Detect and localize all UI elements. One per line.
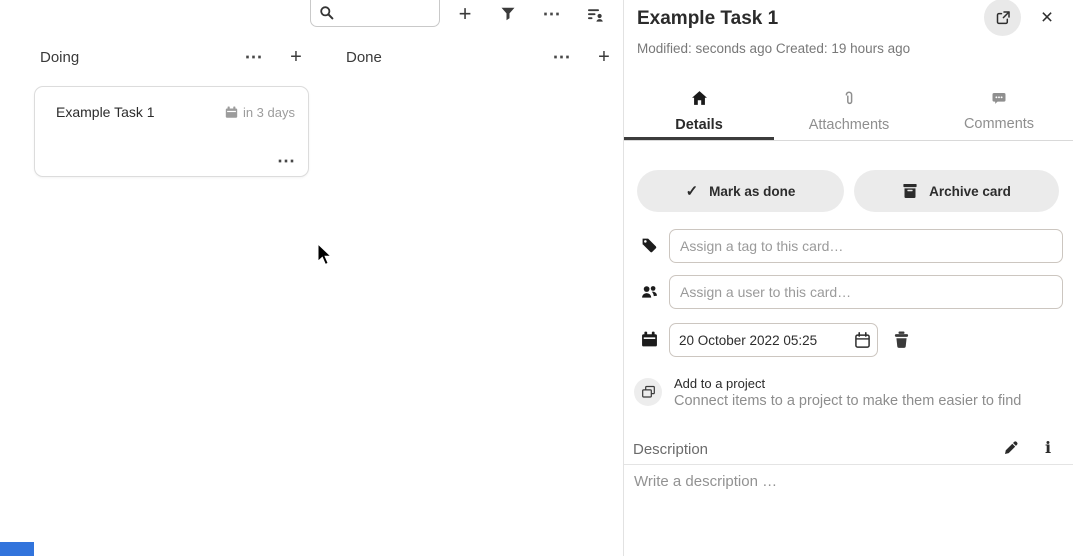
open-calendar-button[interactable]: [854, 332, 871, 349]
archive-icon: [902, 183, 918, 199]
paperclip-icon: [841, 90, 857, 107]
remove-date-button[interactable]: [886, 327, 916, 353]
card-due-badge: in 3 days: [225, 105, 295, 120]
archive-card-button[interactable]: Archive card: [854, 170, 1059, 212]
tag-icon: [641, 237, 658, 254]
column-add-button[interactable]: +: [592, 45, 616, 69]
description-divider: [624, 464, 1073, 465]
search-input[interactable]: [339, 3, 433, 25]
calendar-icon: [225, 106, 238, 119]
ellipsis-icon: ⋯: [553, 48, 572, 66]
filter-funnel-icon: [500, 6, 516, 22]
due-date-value: 20 October 2022 05:25: [670, 333, 854, 348]
assign-tag-input[interactable]: [669, 229, 1063, 263]
mark-as-done-button[interactable]: ✓ Mark as done: [637, 170, 844, 212]
trash-icon: [893, 331, 910, 349]
info-icon: i: [1045, 438, 1051, 457]
tab-comments[interactable]: Comments: [924, 84, 1073, 140]
mark-as-done-label: Mark as done: [709, 184, 795, 199]
description-info-button[interactable]: i: [1038, 436, 1058, 458]
filter-button[interactable]: [492, 0, 524, 28]
external-link-icon: [995, 10, 1011, 26]
close-icon: ×: [1041, 6, 1053, 29]
app-window: + ⋯ Doing ⋯ +: [0, 0, 1073, 556]
project-icon-circle: [634, 378, 662, 406]
column-menu-button[interactable]: ⋯: [242, 45, 266, 69]
column-header-doing: Doing ⋯ +: [40, 44, 308, 70]
column-add-button[interactable]: +: [284, 45, 308, 69]
project-windows-icon: [641, 385, 656, 400]
comment-bubble-icon: [991, 90, 1007, 106]
mouse-cursor: [317, 243, 332, 266]
stray-blue-fragment: [0, 542, 34, 556]
column-menu-button[interactable]: ⋯: [550, 45, 574, 69]
board-menu-button[interactable]: ⋯: [536, 0, 568, 28]
add-to-project-row[interactable]: Add to a project Connect items to a proj…: [624, 372, 1073, 412]
tab-details[interactable]: Details: [624, 84, 774, 140]
search-icon: [319, 5, 335, 21]
tab-label: Details: [675, 117, 723, 133]
column-header-done: Done ⋯ +: [346, 44, 616, 70]
card-details-panel: Example Task 1 Modified: seconds ago Cre…: [623, 0, 1073, 556]
tab-label: Attachments: [809, 117, 890, 133]
card-menu-button[interactable]: ⋯: [277, 152, 296, 170]
close-panel-button[interactable]: ×: [1031, 2, 1063, 32]
plus-icon: +: [290, 47, 302, 67]
description-label: Description: [633, 441, 708, 458]
panel-title: Example Task 1: [637, 8, 778, 30]
panel-tabs: Details Attachments Comments: [624, 84, 1073, 141]
open-in-window-button[interactable]: [984, 0, 1021, 36]
archive-card-label: Archive card: [929, 184, 1011, 199]
assignee-filter-button[interactable]: [579, 0, 611, 28]
card-title: Example Task 1: [56, 104, 225, 120]
assignee-list-icon: [587, 6, 604, 23]
tab-label: Comments: [964, 116, 1034, 132]
column-title: Done: [346, 49, 550, 66]
add-to-project-subtitle: Connect items to a project to make them …: [674, 393, 1021, 409]
assign-user-input[interactable]: [669, 275, 1063, 309]
check-icon: ✓: [686, 184, 699, 199]
due-date-field[interactable]: 20 October 2022 05:25: [669, 323, 878, 357]
description-placeholder[interactable]: Write a description …: [634, 473, 777, 490]
ellipsis-icon: ⋯: [277, 151, 296, 171]
home-icon: [691, 90, 708, 107]
calendar-outline-icon: [854, 332, 871, 349]
panel-modified-created-meta: Modified: seconds ago Created: 19 hours …: [637, 41, 910, 56]
add-card-button[interactable]: +: [449, 0, 481, 28]
column-title: Doing: [40, 49, 242, 66]
users-icon: [641, 283, 658, 300]
plus-icon: +: [598, 47, 610, 67]
ellipsis-icon: ⋯: [543, 5, 562, 23]
tab-attachments[interactable]: Attachments: [774, 84, 924, 140]
card-due-text: in 3 days: [243, 105, 295, 120]
edit-description-button[interactable]: [999, 437, 1023, 459]
ellipsis-icon: ⋯: [245, 48, 264, 66]
task-card[interactable]: Example Task 1 in 3 days ⋯: [34, 86, 309, 177]
search-entry[interactable]: [310, 0, 440, 27]
add-to-project-title: Add to a project: [674, 376, 765, 391]
calendar-icon: [641, 331, 658, 348]
plus-icon: +: [459, 3, 472, 25]
pencil-icon: [1003, 440, 1019, 456]
